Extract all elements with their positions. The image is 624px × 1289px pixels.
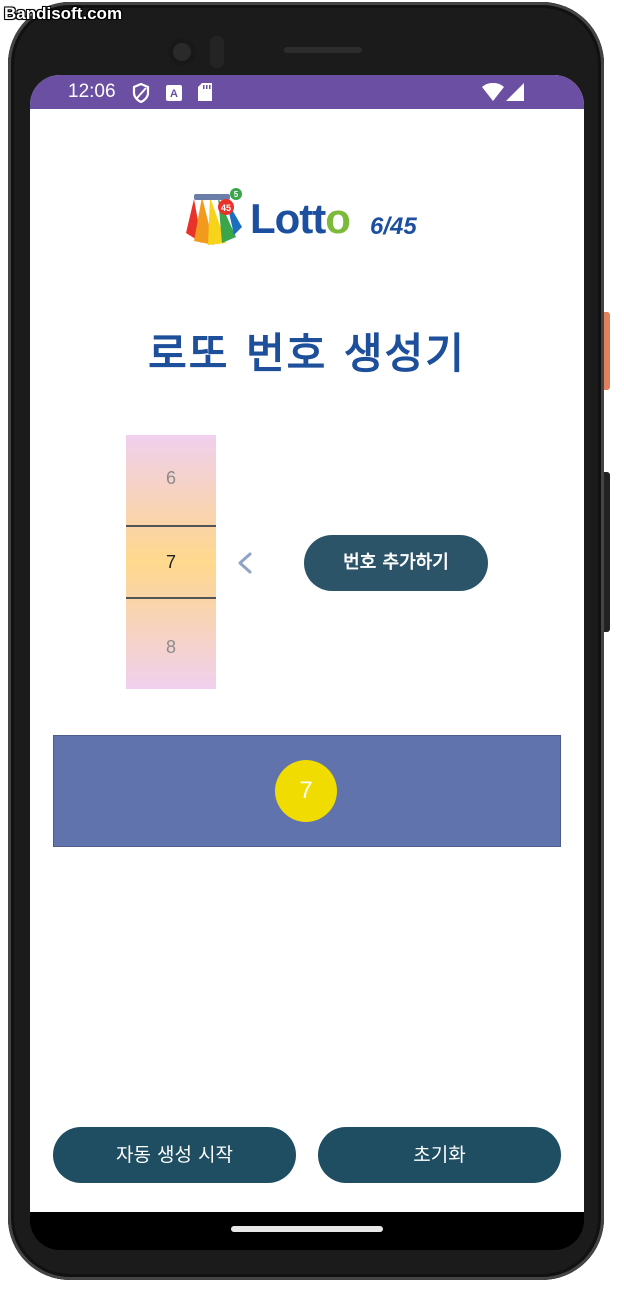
navigation-bar bbox=[30, 1212, 584, 1250]
reset-button[interactable]: 초기화 bbox=[318, 1127, 561, 1183]
status-time: 12:06 bbox=[68, 81, 116, 102]
logo-brand: Lotto bbox=[250, 195, 351, 242]
shield-icon bbox=[132, 82, 150, 107]
add-number-button[interactable]: 번호 추가하기 bbox=[304, 535, 488, 591]
lotto-emblem-icon: 45 5 bbox=[186, 188, 242, 245]
volume-button[interactable] bbox=[604, 472, 610, 632]
power-button[interactable] bbox=[604, 312, 610, 390]
picker-divider-bottom bbox=[126, 597, 216, 599]
lotto-logo: 45 5 Lotto 6/45 bbox=[180, 185, 430, 247]
svg-text:5: 5 bbox=[234, 190, 239, 199]
result-panel: 7 bbox=[53, 735, 561, 847]
app-screen: 12:06 A 45 5 Lotto 6/45 로또 번호 생성기 6 7 8 … bbox=[30, 75, 584, 1212]
earpiece-speaker bbox=[284, 47, 362, 53]
proximity-sensor bbox=[210, 36, 224, 68]
wifi-icon bbox=[482, 82, 504, 105]
svg-text:A: A bbox=[170, 88, 178, 100]
lotto-ball: 7 bbox=[275, 760, 337, 822]
signal-icon bbox=[506, 83, 524, 105]
arrow-left-icon bbox=[238, 551, 284, 575]
picker-divider-top bbox=[126, 525, 216, 527]
picker-next-value[interactable]: 8 bbox=[126, 637, 216, 658]
logo-brand-o: o bbox=[325, 195, 351, 242]
svg-text:45: 45 bbox=[221, 203, 231, 213]
page-title: 로또 번호 생성기 bbox=[148, 329, 466, 378]
logo-suffix: 6/45 bbox=[370, 213, 417, 240]
number-picker[interactable]: 6 7 8 bbox=[126, 435, 216, 689]
status-bar: 12:06 A bbox=[30, 75, 584, 109]
sd-card-icon bbox=[198, 83, 212, 105]
front-camera bbox=[168, 38, 196, 66]
watermark: Bandisoft.com bbox=[4, 4, 123, 23]
a-badge-icon: A bbox=[166, 85, 182, 105]
picker-selected-value[interactable]: 7 bbox=[126, 552, 216, 573]
home-gesture-pill[interactable] bbox=[231, 1226, 383, 1232]
auto-generate-button[interactable]: 자동 생성 시작 bbox=[53, 1127, 296, 1183]
picker-prev-value[interactable]: 6 bbox=[126, 468, 216, 489]
